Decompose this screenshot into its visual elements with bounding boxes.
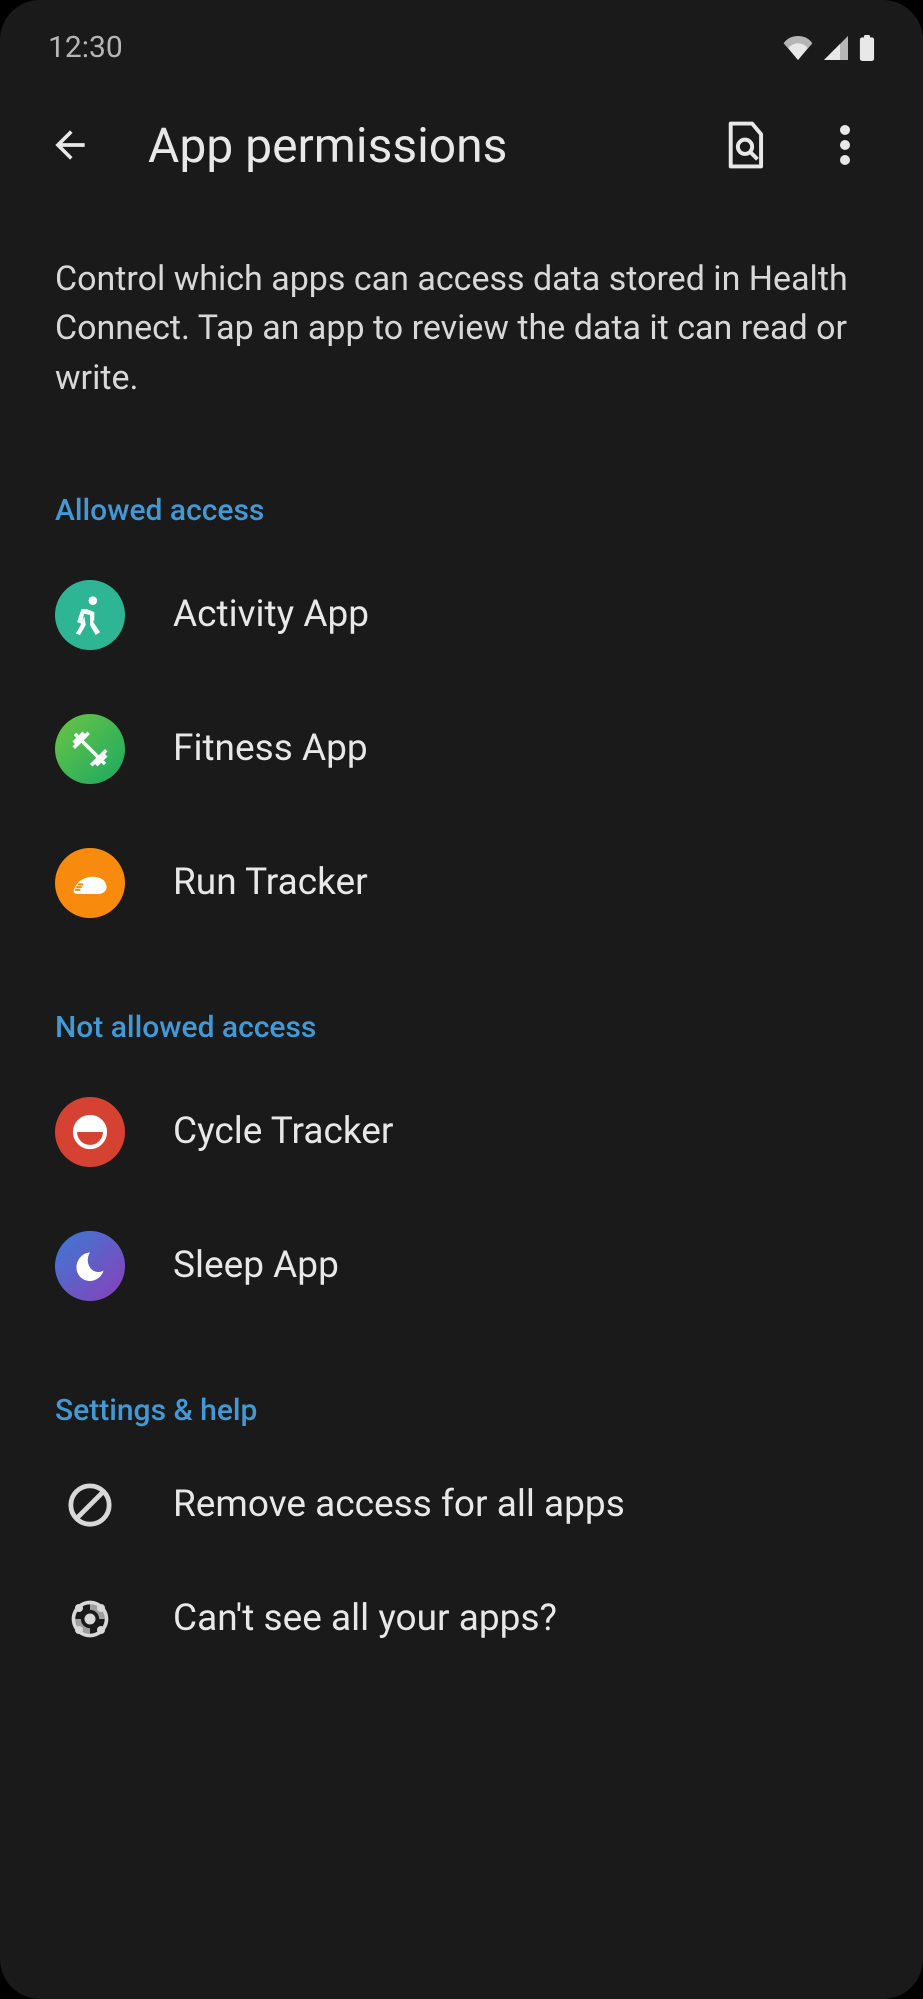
settings-item-remove-access[interactable]: Remove access for all apps [0, 1448, 923, 1562]
battery-icon [859, 35, 875, 61]
cycle-tracker-app-icon [55, 1097, 125, 1167]
fitness-app-icon [55, 714, 125, 784]
app-item-run-tracker[interactable]: Run Tracker [0, 816, 923, 950]
more-vert-icon [840, 125, 850, 165]
search-button[interactable] [715, 115, 775, 175]
run-tracker-app-icon [55, 848, 125, 918]
find-in-page-icon [723, 120, 767, 170]
status-icons [783, 35, 875, 61]
block-icon [65, 1480, 115, 1530]
app-item-label: Activity App [173, 593, 369, 636]
settings-item-label: Remove access for all apps [173, 1483, 625, 1526]
app-item-cycle-tracker[interactable]: Cycle Tracker [0, 1065, 923, 1199]
app-bar: App permissions [0, 75, 923, 205]
section-header-allowed: Allowed access [0, 433, 923, 548]
settings-item-cant-see-apps[interactable]: Can't see all your apps? [0, 1562, 923, 1676]
app-item-sleep[interactable]: Sleep App [0, 1199, 923, 1333]
page-title: App permissions [148, 117, 675, 174]
overflow-menu-button[interactable] [815, 115, 875, 175]
app-item-label: Run Tracker [173, 861, 368, 904]
arrow-back-icon [48, 123, 92, 167]
section-header-not-allowed: Not allowed access [0, 950, 923, 1065]
app-item-label: Sleep App [173, 1244, 339, 1287]
settings-item-label: Can't see all your apps? [173, 1597, 557, 1640]
activity-app-icon [55, 580, 125, 650]
app-item-fitness[interactable]: Fitness App [0, 682, 923, 816]
app-item-label: Cycle Tracker [173, 1110, 393, 1153]
app-item-label: Fitness App [173, 727, 368, 770]
help-icon [65, 1594, 115, 1644]
section-header-settings-help: Settings & help [0, 1333, 923, 1448]
app-item-activity[interactable]: Activity App [0, 548, 923, 682]
page-description: Control which apps can access data store… [0, 205, 923, 433]
sleep-app-icon [55, 1231, 125, 1301]
wifi-icon [783, 36, 813, 60]
back-button[interactable] [48, 115, 108, 175]
signal-icon [823, 36, 849, 60]
status-bar: 12:30 [0, 0, 923, 75]
status-time: 12:30 [48, 30, 123, 65]
